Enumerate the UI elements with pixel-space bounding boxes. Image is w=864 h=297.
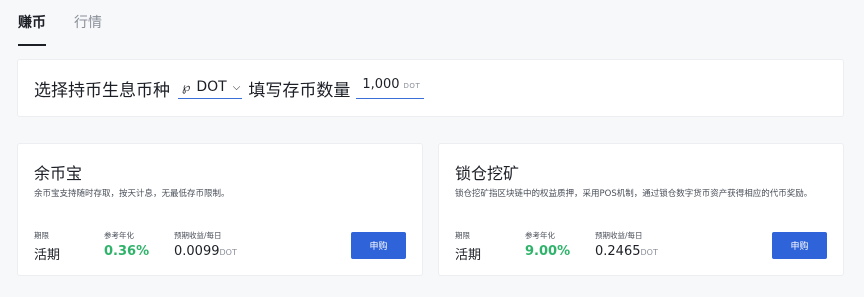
coin-selector-panel: 选择持币生息币种 ℘ DOT ⌵ 填写存币数量 1,000 DOT [17,59,844,117]
income-label: 预期收益/每日 [595,231,643,240]
income-stat: 预期收益/每日 0.0099DOT [174,230,237,259]
income-value: 0.2465 [595,244,641,259]
tab-earn[interactable]: 赚币 [18,14,46,46]
subscribe-button[interactable]: 申购 [351,232,406,259]
card-title: 余币宝 [34,164,83,183]
amount-label: 填写存币数量 [248,80,351,101]
coin-dropdown-value: DOT [196,79,227,95]
term-value: 活期 [455,248,482,263]
top-tabs: 赚币 行情 [18,14,102,46]
term-stat: 期限 活期 [455,230,481,263]
card-title: 锁仓挖矿 [455,164,520,183]
income-label: 预期收益/每日 [174,231,222,240]
chevron-down-icon: ⌵ [232,81,241,93]
rate-stat: 参考年化 0.36% [104,230,149,259]
subscribe-button[interactable]: 申购 [772,232,827,259]
polkadot-logo-icon: ℘ [182,80,191,94]
card-description: 锁仓挖矿指区块链中的权益质押，采用POS机制，通过锁仓数字货币资产获得相应的代币… [455,189,813,199]
income-value-wrap: 0.2465DOT [595,244,658,259]
coin-dropdown[interactable]: ℘ DOT ⌵ [178,77,243,99]
income-value-wrap: 0.0099DOT [174,244,237,259]
term-label: 期限 [455,231,470,240]
rate-value: 0.36% [104,244,150,259]
rate-label: 参考年化 [525,231,555,240]
amount-value: 1,000 [362,77,400,92]
rate-label: 参考年化 [104,231,134,240]
select-coin-label: 选择持币生息币种 [34,80,170,101]
amount-unit: DOT [403,82,421,90]
product-card-staking: 锁仓挖矿 锁仓挖矿指区块链中的权益质押，采用POS机制，通过锁仓数字货币资产获得… [438,143,844,276]
income-stat: 预期收益/每日 0.2465DOT [595,230,658,259]
rate-stat: 参考年化 9.00% [525,230,570,259]
income-value: 0.0099 [174,244,220,259]
tab-market[interactable]: 行情 [74,14,102,40]
income-unit: DOT [640,248,658,257]
rate-value: 9.00% [525,244,571,259]
term-label: 期限 [34,231,49,240]
term-value: 活期 [34,248,61,263]
card-description: 余币宝支持随时存取，按天计息，无最低存币限制。 [34,189,230,199]
product-card-flexible: 余币宝 余币宝支持随时存取，按天计息，无最低存币限制。 期限 活期 参考年化 0… [17,143,423,276]
income-unit: DOT [219,248,237,257]
amount-input[interactable]: 1,000 DOT [356,77,425,99]
term-stat: 期限 活期 [34,230,60,263]
